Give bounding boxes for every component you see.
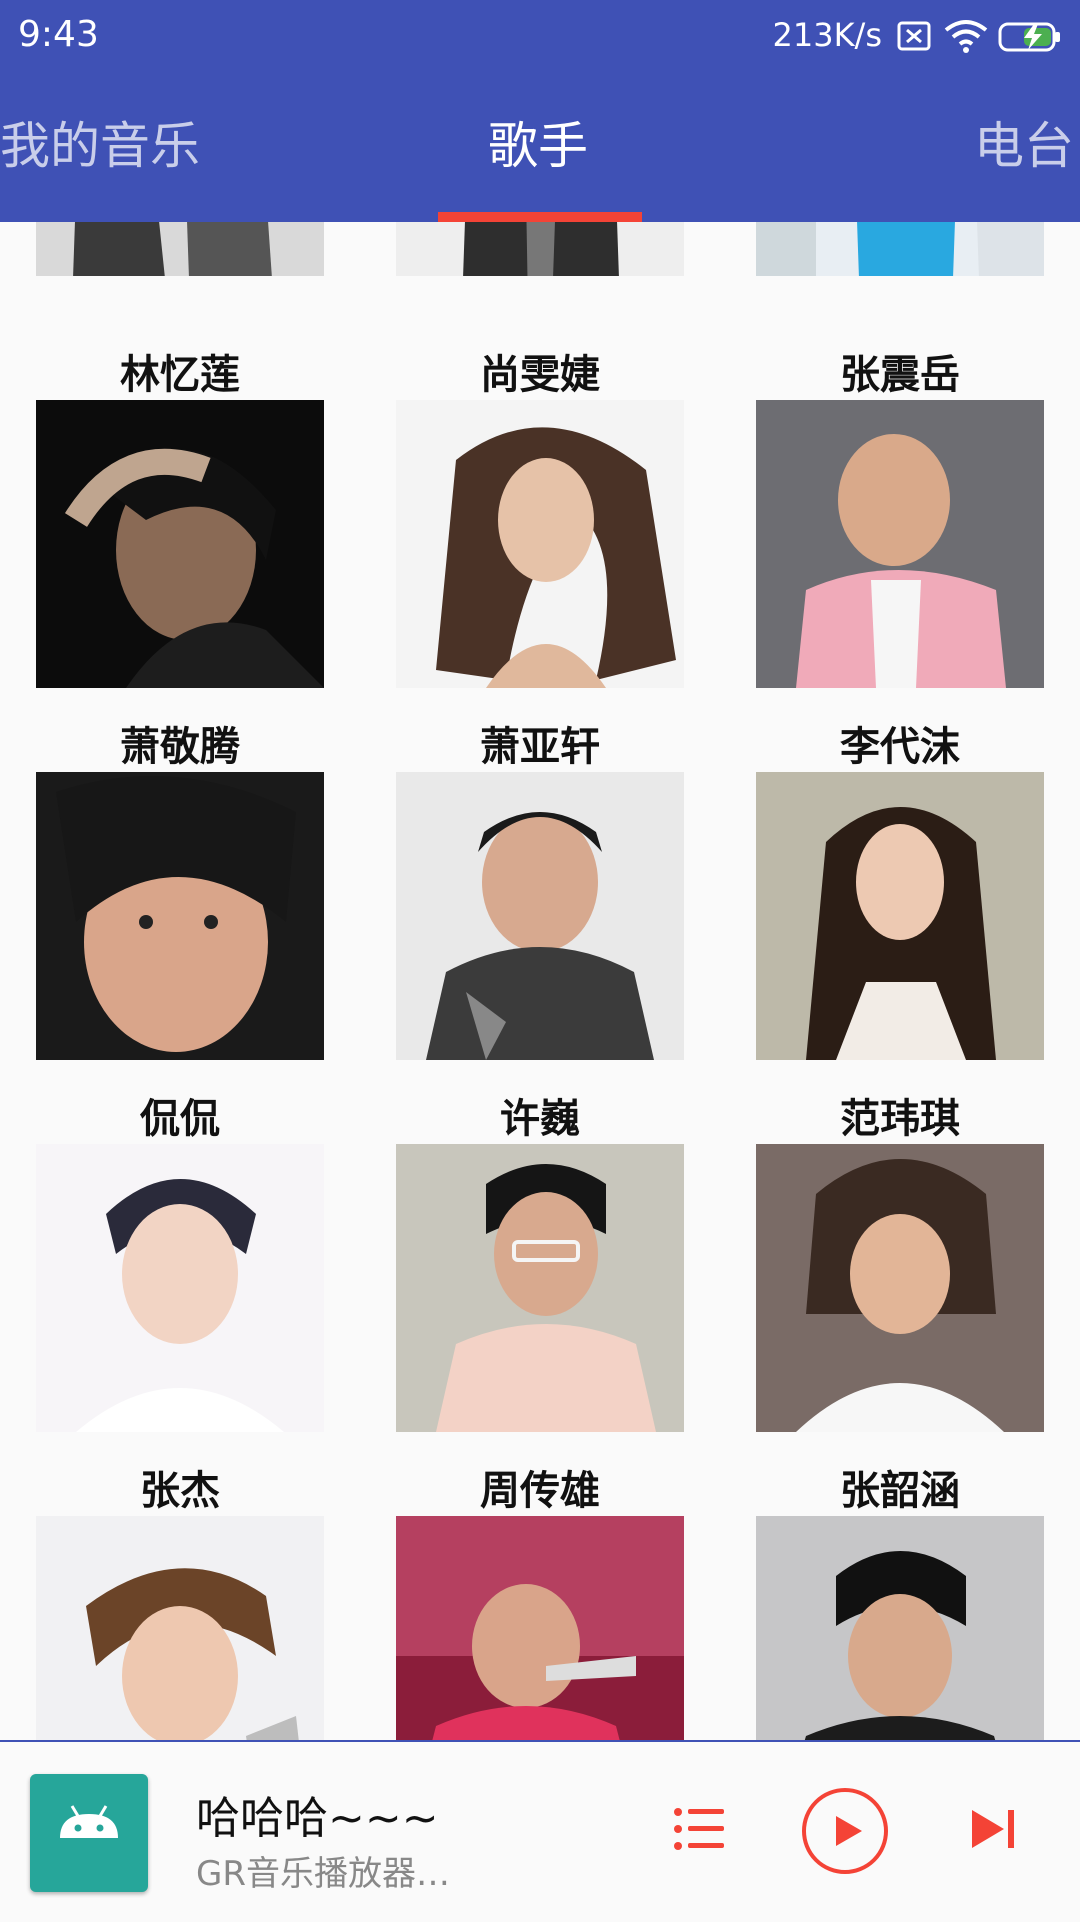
tab-indicator — [438, 212, 642, 222]
singer-photo[interactable] — [36, 772, 324, 1060]
singer-name[interactable]: 许巍 — [360, 1086, 720, 1144]
battery-charging-icon — [998, 22, 1060, 52]
singer-photo[interactable] — [396, 1516, 684, 1740]
singer-grid[interactable]: 林忆莲 尚雯婕 张震岳 萧敬腾 萧亚轩 李代沫 侃侃 许巍 范玮琪 张杰 周传雄… — [0, 222, 1080, 1740]
singer-name[interactable]: 尚雯婕 — [360, 342, 720, 400]
singer-photo[interactable] — [756, 400, 1044, 688]
singer-name[interactable]: 张韶涵 — [720, 1458, 1080, 1516]
singer-name[interactable]: 周传雄 — [360, 1458, 720, 1516]
singer-photo[interactable] — [396, 400, 684, 688]
singer-name[interactable]: 李代沫 — [720, 714, 1080, 772]
singer-photo[interactable] — [36, 1144, 324, 1432]
song-title: 哈哈哈~~~ — [196, 1793, 439, 1844]
singer-name[interactable]: 林忆莲 — [0, 342, 360, 400]
status-bar: 9:43 213K/s — [0, 0, 1080, 72]
singer-photo[interactable] — [396, 772, 684, 1060]
singer-photo[interactable] — [36, 1516, 324, 1740]
singer-photo[interactable] — [756, 1144, 1044, 1432]
tab-radio[interactable]: 电台 — [974, 106, 1074, 178]
status-net-speed: 213K/s — [772, 16, 882, 54]
mini-player[interactable]: 哈哈哈~~~ GR音乐播放器… — [0, 1740, 1080, 1922]
wifi-icon — [944, 20, 988, 53]
play-circle-icon[interactable] — [800, 1786, 890, 1876]
singer-name[interactable]: 张杰 — [0, 1458, 360, 1516]
singer-photo-partial[interactable] — [36, 222, 324, 276]
singer-name[interactable]: 萧亚轩 — [360, 714, 720, 772]
singer-photo[interactable] — [396, 1144, 684, 1432]
playlist-icon[interactable] — [672, 1802, 726, 1856]
song-subtitle: GR音乐播放器… — [196, 1854, 450, 1894]
app-header: 9:43 213K/s 我的音乐 歌手 电台 — [0, 0, 1080, 222]
singer-photo-partial[interactable] — [756, 222, 1044, 276]
singer-photo[interactable] — [756, 1516, 1044, 1740]
tab-singers[interactable]: 歌手 — [488, 106, 588, 178]
singer-name[interactable]: 侃侃 — [0, 1086, 360, 1144]
singer-photo[interactable] — [36, 400, 324, 688]
android-robot-icon[interactable] — [30, 1774, 148, 1892]
tab-bar: 我的音乐 歌手 电台 — [0, 72, 1080, 222]
status-time: 9:43 — [18, 14, 99, 55]
tab-my-music[interactable]: 我的音乐 — [0, 106, 200, 178]
singer-name[interactable]: 范玮琪 — [720, 1086, 1080, 1144]
singer-name[interactable]: 萧敬腾 — [0, 714, 360, 772]
skip-next-icon[interactable] — [966, 1802, 1020, 1856]
singer-photo[interactable] — [756, 772, 1044, 1060]
singer-photo-partial[interactable] — [396, 222, 684, 276]
singer-name[interactable]: 张震岳 — [720, 342, 1080, 400]
sim-error-icon — [897, 21, 931, 51]
